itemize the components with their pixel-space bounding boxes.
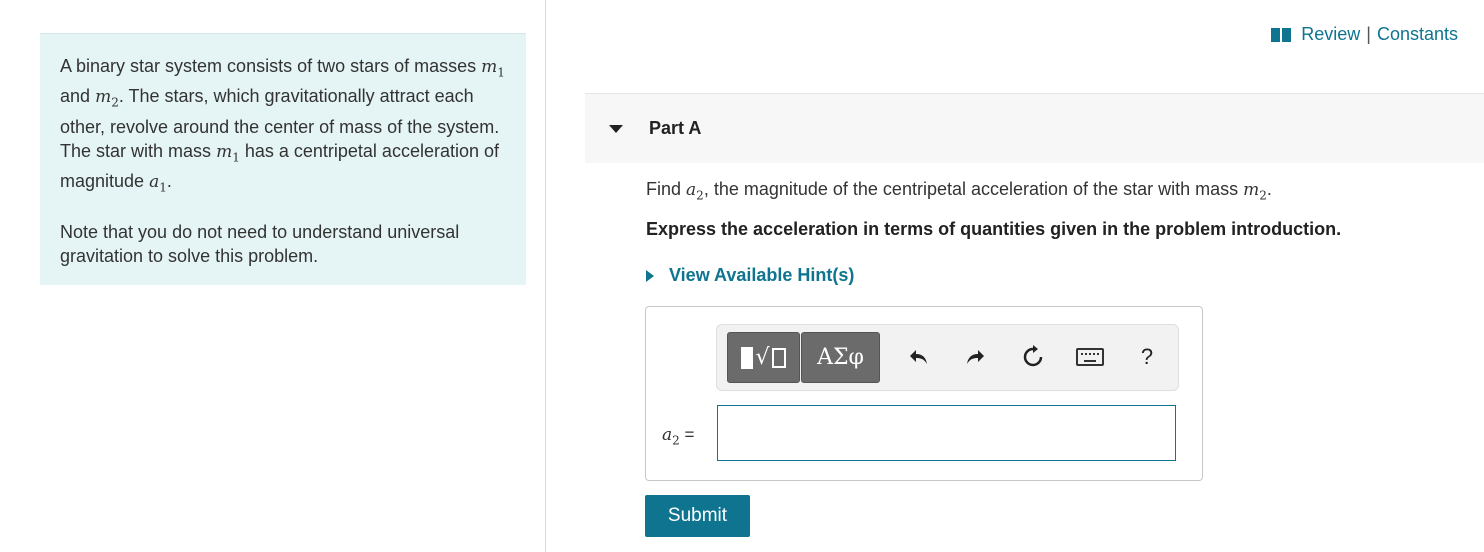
reset-icon	[1023, 345, 1043, 367]
answer-label: a2 =	[662, 425, 695, 448]
review-link[interactable]: Review	[1301, 24, 1360, 45]
constants-link[interactable]: Constants	[1377, 24, 1458, 45]
help-icon: ?	[1140, 344, 1154, 369]
m1-symbol: m1	[216, 141, 240, 165]
submit-button[interactable]: Submit	[645, 495, 750, 537]
templates-icon: √	[741, 345, 786, 370]
reset-button[interactable]	[1019, 342, 1047, 372]
left-pane: A binary star system consists of two sta…	[0, 0, 546, 552]
m2-symbol: m2	[1243, 180, 1267, 203]
keyboard-button[interactable]	[1074, 342, 1106, 372]
part-title: Part A	[649, 118, 702, 138]
undo-icon	[910, 350, 927, 364]
templates-button[interactable]: √	[727, 332, 800, 383]
greek-symbols-icon: ΑΣφ	[817, 345, 864, 370]
problem-introduction: A binary star system consists of two sta…	[40, 33, 526, 285]
a1-symbol: a1	[149, 172, 167, 195]
question-text: Find a2, the magnitude of the centripeta…	[646, 179, 1272, 203]
top-links: Review | Constants	[1271, 24, 1458, 45]
redo-icon	[967, 350, 984, 364]
view-hints-link[interactable]: View Available Hint(s)	[646, 265, 854, 286]
m2-symbol: m2	[95, 87, 119, 110]
instruction-text: Express the acceleration in terms of qua…	[646, 219, 1342, 239]
answer-panel: √ ΑΣφ ? a2 =	[645, 306, 1203, 481]
help-button[interactable]: ?	[1135, 342, 1159, 372]
intro-text: A binary star system consists of two sta…	[60, 56, 477, 76]
link-separator: |	[1366, 24, 1371, 44]
hint-label: View Available Hint(s)	[669, 265, 855, 285]
part-a-header[interactable]: Part A	[585, 93, 1484, 163]
answer-input[interactable]	[717, 405, 1176, 461]
intro-note: Note that you do not need to understand …	[60, 221, 460, 266]
greek-symbols-button[interactable]: ΑΣφ	[801, 332, 880, 383]
m1-symbol: m1	[481, 57, 505, 80]
collapse-triangle-icon[interactable]	[609, 124, 623, 133]
expand-triangle-icon	[646, 269, 654, 282]
math-toolbar: √ ΑΣφ ?	[716, 324, 1179, 391]
book-icon	[1271, 27, 1292, 42]
undo-button[interactable]	[905, 342, 933, 372]
a2-symbol: a2	[686, 180, 704, 203]
keyboard-icon	[1076, 348, 1104, 366]
intro-text: and	[60, 86, 91, 107]
redo-button[interactable]	[961, 342, 989, 372]
intro-paragraph: A binary star system consists of two sta…	[60, 56, 505, 195]
